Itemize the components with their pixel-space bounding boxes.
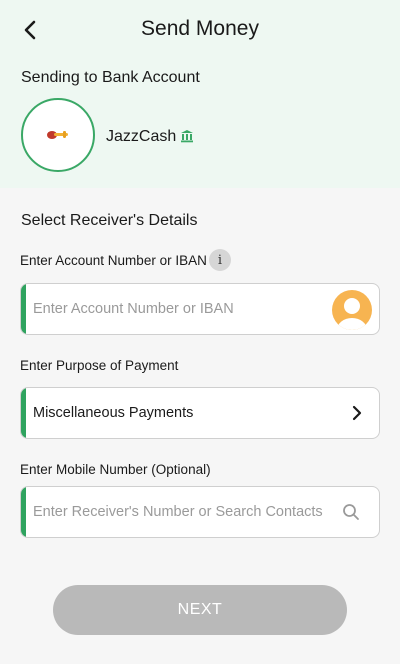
mobile-field[interactable]: [20, 486, 380, 538]
jazzcash-logo-icon: [47, 131, 68, 139]
purpose-label: Enter Purpose of Payment: [20, 358, 179, 373]
receiver-heading: Select Receiver's Details: [21, 212, 198, 229]
field-accent: [21, 388, 26, 438]
account-field[interactable]: [20, 283, 380, 335]
mobile-label: Enter Mobile Number (Optional): [20, 462, 211, 477]
purpose-select[interactable]: Miscellaneous Payments: [20, 387, 380, 439]
info-icon[interactable]: i: [209, 249, 231, 271]
purpose-value: Miscellaneous Payments: [33, 405, 194, 421]
bank-building-icon: [180, 129, 194, 148]
next-button[interactable]: NEXT: [53, 585, 347, 635]
page-title: Send Money: [141, 17, 259, 40]
bank-name: JazzCash: [106, 128, 177, 145]
field-accent: [21, 487, 26, 537]
field-accent: [21, 284, 26, 334]
sending-heading: Sending to Bank Account: [21, 69, 200, 86]
bank-logo: [21, 98, 95, 172]
mobile-input[interactable]: [33, 487, 323, 537]
chevron-right-icon: [352, 405, 362, 426]
account-input[interactable]: [33, 284, 323, 334]
account-label: Enter Account Number or IBAN: [20, 253, 207, 268]
search-icon[interactable]: [342, 503, 360, 526]
contact-avatar-icon[interactable]: [332, 290, 372, 330]
